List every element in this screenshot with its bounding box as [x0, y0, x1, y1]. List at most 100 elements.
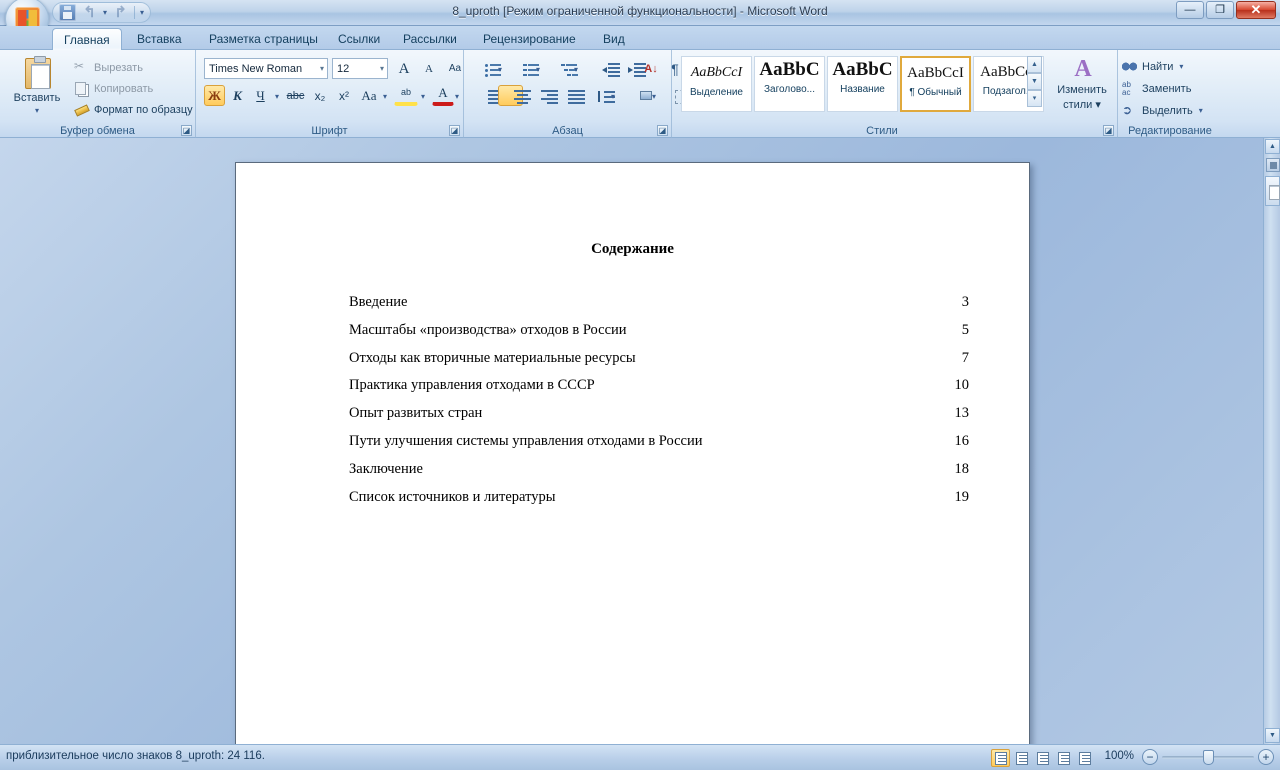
view-full-screen-reading-button[interactable] [1012, 749, 1031, 767]
tab-insert[interactable]: Вставка [126, 28, 193, 50]
styles-scroll-up-icon[interactable]: ▲ [1027, 56, 1042, 73]
paste-button[interactable]: Вставить ▾ [9, 56, 65, 120]
format-painter-button[interactable]: Формат по образцу [74, 100, 193, 119]
select-dropdown-icon[interactable]: ▾ [1199, 106, 1203, 115]
undo-icon[interactable]: ↰ [81, 4, 98, 21]
paragraph-dialog-launcher[interactable]: ◪ [657, 125, 668, 136]
toc-entry[interactable]: Опыт развитых стран 13 [349, 405, 969, 425]
tab-page-layout[interactable]: Разметка страницы [198, 28, 329, 50]
font-name-dropdown-icon[interactable]: ▾ [320, 59, 324, 79]
align-right-button[interactable] [525, 85, 558, 106]
line-spacing-button[interactable] [583, 85, 615, 106]
clipboard-dialog-launcher[interactable]: ◪ [181, 125, 192, 136]
toc-entry[interactable]: Отходы как вторичные материальные ресурс… [349, 350, 969, 370]
scrollbar-thumb[interactable] [1265, 176, 1280, 206]
find-button[interactable]: Найти ▾ [1122, 56, 1183, 77]
bullets-dropdown-icon[interactable]: ▾ [495, 61, 505, 76]
font-size-dropdown-icon[interactable]: ▾ [380, 59, 384, 79]
style-item-normal[interactable]: AaBbCcI ¶ Обычный [900, 56, 971, 112]
numbering-dropdown-icon[interactable]: ▾ [533, 61, 543, 76]
status-text: приблизительное число знаков 8_uproth: 2… [6, 750, 265, 762]
undo-dropdown-icon[interactable]: ▾ [103, 4, 107, 21]
bold-button[interactable]: Ж [204, 85, 225, 106]
font-name-input[interactable]: Times New Roman ▾ [204, 58, 328, 79]
cut-button[interactable]: Вырезать [74, 58, 143, 77]
align-center-button[interactable] [498, 85, 531, 106]
toc-entry[interactable]: Пути улучшения системы управления отхода… [349, 433, 969, 453]
align-left-button[interactable] [471, 85, 505, 106]
underline-button[interactable]: Ч [250, 85, 271, 106]
redo-icon[interactable]: ↱ [112, 4, 129, 21]
italic-button[interactable]: К [227, 85, 248, 106]
toc-entry[interactable]: Практика управления отходами в СССР 10 [349, 377, 969, 397]
scroll-up-button[interactable]: ▲ [1265, 139, 1280, 154]
multilevel-list-button[interactable] [547, 58, 578, 79]
font-size-input[interactable]: 12 ▾ [332, 58, 388, 79]
find-dropdown-icon[interactable]: ▾ [1179, 62, 1183, 71]
style-item-heading[interactable]: AaBbC Заголово... [754, 56, 825, 112]
view-print-layout-button[interactable] [991, 749, 1010, 767]
scroll-down-button[interactable]: ▼ [1265, 728, 1280, 743]
strikethrough-button[interactable]: abc [284, 85, 307, 106]
tab-references[interactable]: Ссылки [327, 28, 391, 50]
superscript-button[interactable]: x² [333, 85, 355, 106]
customize-qat-icon[interactable]: ▾ [140, 4, 144, 21]
copy-button[interactable]: Копировать [74, 79, 153, 98]
tab-review[interactable]: Рецензирование [472, 28, 587, 50]
minimize-button[interactable]: — [1176, 1, 1204, 19]
highlight-color-button[interactable]: ab [394, 85, 418, 106]
view-outline-button[interactable] [1054, 749, 1073, 767]
increase-indent-button[interactable] [614, 58, 646, 79]
document-canvas[interactable]: Содержание Введение 3 Масштабы «производ… [0, 138, 1280, 744]
sort-button[interactable]: A↓ [640, 58, 662, 79]
bullets-button[interactable] [471, 58, 501, 79]
close-button[interactable]: ✕ [1236, 1, 1276, 19]
toc-entry[interactable]: Введение 3 [349, 294, 969, 314]
font-dialog-launcher[interactable]: ◪ [449, 125, 460, 136]
zoom-in-button[interactable]: + [1258, 749, 1274, 765]
view-web-layout-button[interactable] [1033, 749, 1052, 767]
font-color-button[interactable]: A [432, 85, 454, 106]
zoom-level-label[interactable]: 100% [1105, 750, 1134, 762]
decrease-indent-button[interactable] [588, 58, 620, 79]
toc-entry-title: Практика управления отходами в СССР [349, 377, 595, 393]
zoom-slider-thumb[interactable] [1203, 750, 1214, 765]
highlight-dropdown-icon[interactable]: ▾ [418, 88, 428, 103]
select-button[interactable]: ➲ Выделить ▾ [1122, 100, 1203, 121]
subscript-button[interactable]: x₂ [309, 85, 331, 106]
style-item-emphasis[interactable]: AaBbCcI Выделение [681, 56, 752, 112]
change-case-button[interactable]: Aa [357, 85, 381, 106]
change-styles-button[interactable]: A Изменить стили ▾ [1051, 54, 1113, 116]
view-draft-button[interactable] [1075, 749, 1094, 767]
tab-mailings[interactable]: Рассылки [392, 28, 468, 50]
justify-button[interactable] [552, 85, 585, 106]
grow-font-button[interactable]: A [392, 58, 416, 79]
replace-button[interactable]: ab ac Заменить [1122, 78, 1191, 99]
numbering-button[interactable] [509, 58, 539, 79]
underline-dropdown-icon[interactable]: ▾ [272, 88, 282, 103]
multilevel-dropdown-icon[interactable]: ▾ [571, 61, 581, 76]
document-page[interactable]: Содержание Введение 3 Масштабы «производ… [235, 162, 1030, 744]
restore-button[interactable]: ❐ [1206, 1, 1234, 19]
vertical-scrollbar[interactable]: ▲ ▼ [1263, 138, 1280, 744]
toc-entry[interactable]: Масштабы «производства» отходов в России… [349, 322, 969, 342]
style-item-title[interactable]: AaBbC Название [827, 56, 898, 112]
styles-dialog-launcher[interactable]: ◪ [1103, 125, 1114, 136]
tab-view[interactable]: Вид [592, 28, 636, 50]
change-case-dropdown-icon[interactable]: ▾ [380, 88, 390, 103]
font-color-dropdown-icon[interactable]: ▾ [452, 88, 462, 103]
clear-formatting-button[interactable]: Aa [444, 58, 466, 79]
toc-entry[interactable]: Список источников и литературы 19 [349, 489, 969, 509]
zoom-out-button[interactable]: − [1142, 749, 1158, 765]
paste-dropdown-icon[interactable]: ▾ [9, 106, 65, 115]
toc-entry[interactable]: Заключение 18 [349, 461, 969, 481]
shading-button[interactable] [624, 85, 652, 106]
styles-more-icon[interactable]: ▾ [1027, 90, 1042, 107]
line-spacing-dropdown-icon[interactable]: ▾ [608, 88, 618, 103]
shading-dropdown-icon[interactable]: ▾ [649, 88, 659, 103]
styles-scroll-down-icon[interactable]: ▼ [1027, 73, 1042, 90]
tab-home[interactable]: Главная [52, 28, 122, 50]
save-icon[interactable] [59, 4, 76, 21]
shrink-font-button[interactable]: A [417, 58, 441, 79]
select-browse-object-icon[interactable] [1266, 158, 1280, 172]
